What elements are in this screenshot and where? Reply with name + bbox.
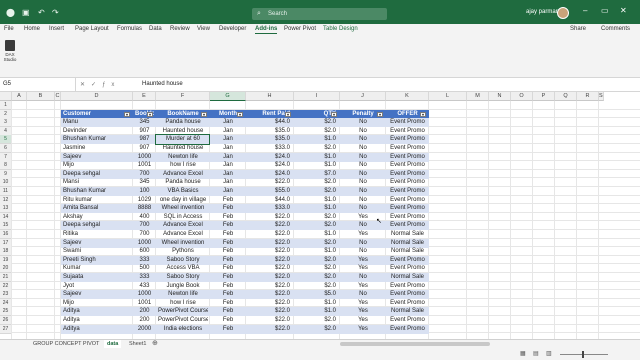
tab-data[interactable]: Data [149, 26, 162, 32]
column-header[interactable]: H [246, 92, 294, 101]
redo-icon[interactable]: ↷ [52, 8, 59, 17]
search-placeholder: Search [268, 11, 288, 17]
sheet-tab-bar: GROUP CONCEPT PIVOT data Sheet1 ⊕ [0, 339, 640, 349]
column-header[interactable]: N [489, 92, 511, 101]
search-icon: ⌕ [257, 10, 261, 17]
ribbon-tabs: File Home Insert Page Layout Formulas Da… [0, 24, 640, 38]
grid-column-line [466, 101, 467, 339]
page-break-view-icon[interactable]: ▥ [546, 350, 552, 357]
grid-column-line [532, 101, 533, 339]
add-sheet-icon[interactable]: ⊕ [152, 340, 158, 348]
column-header[interactable]: K [386, 92, 429, 101]
status-bar: ▦ ▤ ▥ [0, 348, 640, 360]
tab-table-design[interactable]: Table Design [323, 26, 358, 32]
grid-column-line [488, 101, 489, 339]
worksheet-grid[interactable]: A B C D E F G H I J K L M N O P Q R S 1 2 3 4 5 6 7 8 9 10 11 12 13 14 15… [0, 92, 640, 339]
filter-dropdown-icon[interactable]: ▾ [420, 111, 426, 117]
column-header[interactable]: A [12, 92, 27, 101]
table-cell[interactable]: $2.0 [296, 325, 338, 334]
tab-file[interactable]: File [4, 26, 14, 32]
grid-column-line [510, 101, 511, 339]
user-name[interactable]: ajay parmar [526, 9, 558, 15]
grid-column-line [11, 101, 12, 339]
dax-studio-icon [5, 40, 15, 51]
column-header[interactable]: R [577, 92, 599, 101]
restore-icon[interactable]: ▭ [601, 6, 609, 15]
filter-dropdown-icon[interactable]: ▾ [124, 111, 130, 117]
normal-view-icon[interactable]: ▦ [520, 350, 526, 357]
grid-column-line [54, 101, 55, 339]
minimize-icon[interactable]: – [583, 6, 587, 15]
dax-studio-button[interactable]: DAX Studio [2, 40, 18, 62]
column-header[interactable]: G [210, 92, 246, 101]
undo-icon[interactable]: ↶ [38, 8, 45, 17]
column-header[interactable]: Q [555, 92, 577, 101]
tab-home[interactable]: Home [24, 26, 40, 32]
tab-insert[interactable]: Insert [49, 26, 64, 32]
tab-page-layout[interactable]: Page Layout [75, 26, 109, 32]
tab-add-ins[interactable]: Add-ins [255, 26, 278, 34]
column-header[interactable]: F [156, 92, 210, 101]
share-button[interactable]: Share [570, 26, 586, 32]
column-header[interactable]: S [599, 92, 604, 101]
zoom-slider-knob[interactable] [582, 351, 584, 358]
horizontal-scrollbar[interactable] [340, 342, 490, 346]
filter-dropdown-icon[interactable]: ▾ [377, 111, 383, 117]
fx-icon[interactable]: ƒx [102, 82, 120, 88]
ribbon [0, 38, 640, 78]
column-header[interactable]: J [340, 92, 386, 101]
save-icon[interactable]: ▣ [22, 8, 30, 17]
cancel-icon[interactable]: ✕ [80, 82, 91, 88]
enter-icon[interactable]: ✓ [91, 82, 102, 88]
table-cell[interactable]: Yes [342, 325, 384, 334]
grid-column-line [576, 101, 577, 339]
filter-dropdown-icon[interactable]: ▾ [331, 111, 337, 117]
zoom-slider-icon[interactable] [560, 354, 608, 355]
column-header[interactable]: M [467, 92, 489, 101]
table-cell[interactable]: $22.0 [248, 325, 292, 334]
filter-dropdown-icon[interactable]: ▾ [285, 111, 291, 117]
column-header[interactable]: L [429, 92, 467, 101]
table-cell[interactable]: Aditya [63, 325, 131, 334]
dax-studio-label: DAX Studio [3, 52, 17, 62]
table-cell[interactable]: 2000 [135, 325, 154, 334]
table-cell[interactable]: Event Promo [388, 325, 427, 334]
formula-input[interactable]: Haunted house [142, 78, 183, 91]
filter-dropdown-icon[interactable]: ▾ [147, 111, 153, 117]
formula-icons: ✕✓ƒx [80, 81, 120, 88]
grid-row-line [12, 101, 640, 110]
avatar[interactable] [557, 7, 569, 19]
formula-bar: G5 ✕✓ƒx Haunted house [0, 78, 640, 92]
name-box[interactable]: G5 [0, 78, 76, 91]
page-layout-view-icon[interactable]: ▤ [533, 350, 539, 357]
grid-column-line [26, 101, 27, 339]
filter-dropdown-icon[interactable]: ▾ [237, 111, 243, 117]
table-row: Aditya 2000 India elections Feb $22.0 $2.0 Yes… [61, 324, 429, 334]
column-header[interactable]: E [133, 92, 156, 101]
title-bar: ⬤ ▣ ↶ ↷ SummaryExcel.xlsx ⌕ Search ajay … [0, 0, 640, 24]
tab-view[interactable]: View [197, 26, 210, 32]
comments-button[interactable]: Comments [601, 26, 630, 32]
tab-power-pivot[interactable]: Power Pivot [284, 26, 316, 32]
column-header[interactable]: P [533, 92, 555, 101]
column-header[interactable]: D [61, 92, 133, 101]
mouse-cursor-icon: ↖ [376, 218, 382, 225]
autosave-toggle[interactable]: ⬤ [6, 8, 15, 17]
column-header[interactable]: I [294, 92, 340, 101]
grid-column-line [598, 101, 599, 339]
tab-review[interactable]: Review [170, 26, 190, 32]
close-icon[interactable]: ✕ [620, 6, 627, 15]
filter-dropdown-icon[interactable]: ▾ [201, 111, 207, 117]
table-cell[interactable]: Feb [212, 325, 244, 334]
table-cell[interactable]: India elections [158, 325, 208, 334]
column-header[interactable]: B [27, 92, 55, 101]
grid-column-line [554, 101, 555, 339]
select-all-corner[interactable] [0, 92, 12, 101]
tab-formulas[interactable]: Formulas [117, 26, 142, 32]
search-box[interactable]: ⌕ Search [252, 8, 387, 20]
column-header[interactable]: O [511, 92, 533, 101]
tab-developer[interactable]: Developer [219, 26, 246, 32]
